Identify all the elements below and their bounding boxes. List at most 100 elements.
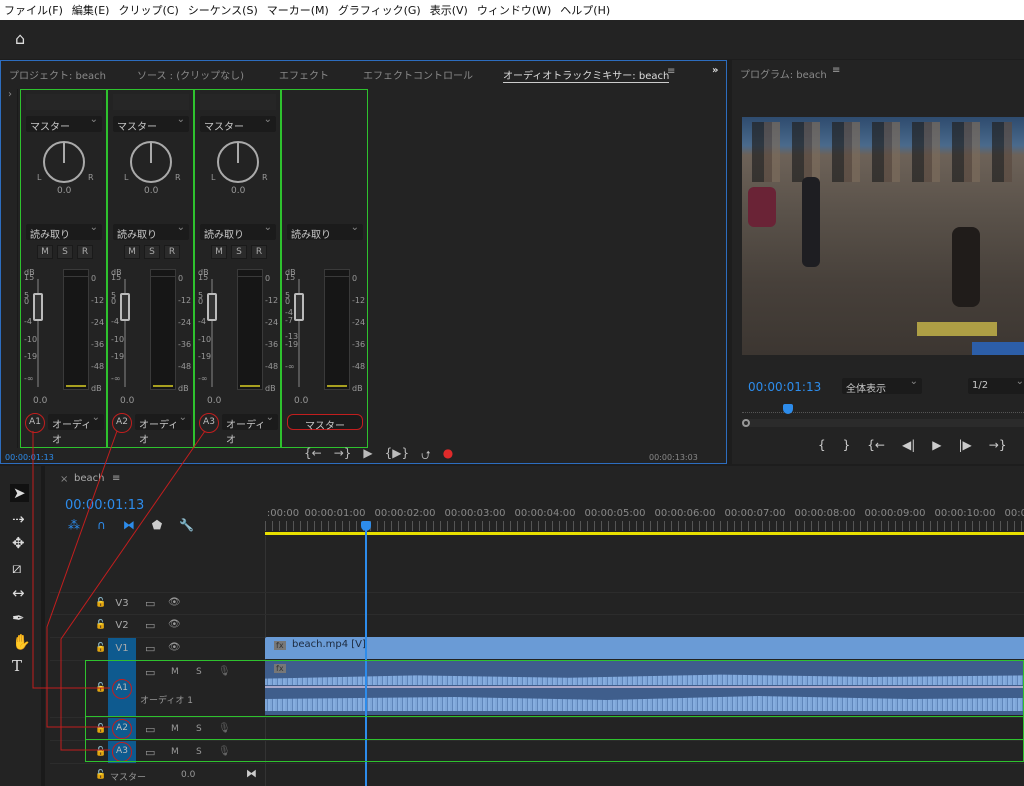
lock-icon[interactable]: 🔓 — [95, 620, 106, 630]
go-to-out-icon[interactable]: →} — [334, 446, 352, 467]
solo-button[interactable]: S — [144, 245, 160, 259]
video-track-v2[interactable]: 🔓 V2 ▭ 👁 — [50, 614, 1024, 637]
output-dropdown[interactable]: マスター — [26, 114, 102, 133]
volume-fader[interactable] — [207, 293, 217, 321]
panel-tab[interactable]: ソース : (クリップなし) — [137, 67, 244, 82]
wrench-icon[interactable]: 🔧 — [179, 518, 194, 532]
lock-icon[interactable]: 🔓 — [95, 598, 106, 608]
lock-icon[interactable]: 🔓 — [95, 643, 106, 653]
menu-item[interactable]: ファイル(F) — [4, 2, 63, 18]
master-volume-value[interactable]: 0.0 — [181, 770, 195, 780]
type-tool-icon[interactable]: T — [12, 657, 22, 675]
zoom-level-dropdown[interactable]: 全体表示 — [842, 376, 922, 395]
panel-menu-icon[interactable]: ≡ — [832, 65, 840, 76]
linked-selection-icon[interactable]: ⧓ — [123, 518, 135, 532]
record-button[interactable]: R — [251, 245, 267, 259]
home-icon[interactable]: ⌂ — [15, 29, 25, 48]
volume-fader[interactable] — [33, 293, 43, 321]
solo-button[interactable]: S — [231, 245, 247, 259]
expand-effects-toggle[interactable]: › — [6, 89, 18, 448]
track-target[interactable]: V1 — [108, 638, 136, 660]
master-name-field[interactable]: マスター — [287, 414, 363, 432]
eye-icon[interactable]: 👁 — [168, 597, 181, 608]
close-tab-icon[interactable]: × — [60, 474, 68, 485]
panel-tab[interactable]: プロジェクト: beach — [9, 67, 106, 82]
video-track-v3[interactable]: 🔓 V3 ▭ 👁 — [50, 592, 1024, 615]
output-dropdown[interactable]: マスター — [113, 114, 189, 133]
panel-tab[interactable]: エフェクトコントロール — [363, 67, 473, 82]
volume-fader[interactable] — [120, 293, 130, 321]
menu-item[interactable]: ヘルプ(H) — [560, 2, 610, 18]
record-icon[interactable]: ● — [443, 446, 453, 467]
zoom-scrollbar[interactable] — [742, 419, 1024, 427]
go-to-in-icon[interactable]: {← — [867, 438, 885, 452]
panel-menu-icon[interactable]: ≡ — [112, 473, 120, 484]
track-target[interactable]: V2 — [108, 615, 136, 637]
go-to-out-icon[interactable]: →} — [989, 438, 1007, 452]
automation-mode-dropdown[interactable]: 読み取り — [287, 222, 363, 241]
mute-button[interactable]: M — [124, 245, 140, 259]
effects-dropdown[interactable] — [26, 94, 102, 110]
pen-tool-icon[interactable]: ✒ — [12, 609, 25, 627]
sequence-tab[interactable]: beach — [74, 473, 104, 484]
add-marker-icon[interactable]: ⬟ — [152, 518, 162, 532]
track-target[interactable]: V3 — [108, 593, 136, 615]
automation-mode-dropdown[interactable]: 読み取り — [26, 222, 102, 241]
mark-in-icon[interactable]: { — [818, 438, 826, 452]
hand-tool-icon[interactable]: ✋ — [12, 633, 31, 651]
play-icon[interactable]: ▶ — [932, 438, 941, 452]
ripple-edit-tool-icon[interactable]: ✥ — [12, 534, 25, 552]
solo-button[interactable]: S — [57, 245, 73, 259]
panel-tab[interactable]: エフェクト — [279, 67, 329, 82]
program-playhead[interactable] — [783, 404, 793, 414]
nest-icon[interactable]: ⁂ — [68, 518, 80, 532]
master-go-to-icon[interactable]: ⧓ — [246, 767, 257, 780]
lock-icon[interactable]: 🔓 — [95, 770, 106, 780]
panel-menu-icon[interactable]: ≡ — [667, 66, 675, 77]
mark-out-icon[interactable]: } — [843, 438, 851, 452]
record-button[interactable]: R — [77, 245, 93, 259]
mute-button[interactable]: M — [211, 245, 227, 259]
automation-mode-dropdown[interactable]: 読み取り — [200, 222, 276, 241]
time-ruler[interactable]: :00:00 00:00:01:00 00:00:02:00 00:00:03:00 0… — [265, 466, 1024, 536]
track-name-field[interactable]: オーディオ — [48, 412, 104, 446]
play-icon[interactable]: ▶ — [363, 446, 372, 467]
selection-tool-icon[interactable]: ➤ — [10, 484, 29, 502]
work-area-bar[interactable] — [265, 532, 1024, 535]
eye-icon[interactable]: 👁 — [168, 619, 181, 630]
sync-lock-icon[interactable]: ▭ — [145, 642, 155, 655]
output-dropdown[interactable]: マスター — [200, 114, 276, 133]
sync-lock-icon[interactable]: ▭ — [145, 597, 155, 610]
track-select-tool-icon[interactable]: ⇢ — [12, 510, 25, 528]
timeline-timecode[interactable]: 00:00:01:13 — [65, 498, 144, 513]
volume-fader[interactable] — [294, 293, 304, 321]
panel-tab[interactable]: オーディオトラックミキサー: beach — [503, 67, 670, 83]
menu-item[interactable]: ウィンドウ(W) — [477, 2, 551, 18]
effects-dropdown[interactable] — [200, 94, 276, 110]
resolution-dropdown[interactable]: 1/2 — [968, 376, 1024, 394]
effects-dropdown[interactable] — [113, 94, 189, 110]
track-name-field[interactable]: オーディオ — [222, 412, 278, 446]
eye-icon[interactable]: 👁 — [168, 642, 181, 653]
menu-item[interactable]: クリップ(C) — [118, 2, 178, 18]
menu-item[interactable]: シーケンス(S) — [188, 2, 258, 18]
pan-knob[interactable] — [217, 141, 259, 183]
sync-lock-icon[interactable]: ▭ — [145, 619, 155, 632]
pan-knob[interactable] — [130, 141, 172, 183]
slip-tool-icon[interactable]: ↔ — [12, 584, 25, 602]
snap-icon[interactable]: ∩ — [97, 518, 106, 532]
loop-icon[interactable]: ⮍ — [421, 446, 431, 467]
go-to-in-icon[interactable]: {← — [304, 446, 322, 467]
menu-item[interactable]: 編集(E) — [72, 2, 110, 18]
track-name-field[interactable]: オーディオ — [135, 412, 191, 446]
automation-mode-dropdown[interactable]: 読み取り — [113, 222, 189, 241]
play-in-to-out-icon[interactable]: {▶} — [385, 446, 410, 467]
menu-item[interactable]: 表示(V) — [430, 2, 468, 18]
mute-button[interactable]: M — [37, 245, 53, 259]
more-panels-icon[interactable]: » — [712, 65, 718, 76]
record-button[interactable]: R — [164, 245, 180, 259]
pan-knob[interactable] — [43, 141, 85, 183]
video-clip[interactable]: fx beach.mp4 [V] — [265, 637, 1024, 659]
razor-tool-icon[interactable]: ⧄ — [12, 559, 22, 577]
step-forward-icon[interactable]: |▶ — [959, 438, 972, 452]
